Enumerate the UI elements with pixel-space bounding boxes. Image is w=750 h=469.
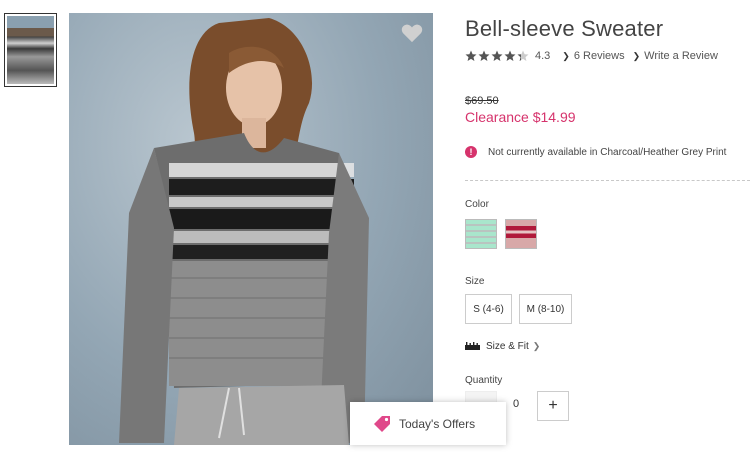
color-swatch-mint[interactable] (465, 219, 497, 249)
product-thumbnail[interactable] (4, 13, 57, 87)
quantity-label: Quantity (465, 375, 503, 386)
availability-notice: ! Not currently available in Charcoal/He… (465, 144, 750, 160)
size-fit-link[interactable]: Size & Fit ❯ (465, 339, 540, 353)
reviews-link[interactable]: 6 Reviews (574, 50, 625, 62)
plus-icon: + (548, 397, 558, 414)
original-price: $69.50 (465, 95, 499, 107)
alert-icon: ! (465, 146, 477, 158)
product-main-image (69, 13, 433, 445)
rating-row: 4.3 ❯ 6 Reviews ❯ Write a Review (465, 48, 718, 64)
product-photo-illustration (119, 18, 369, 445)
star-rating (465, 50, 529, 62)
star-icon (504, 50, 516, 61)
product-title: Bell-sleeve Sweater (465, 16, 664, 41)
write-review-link[interactable]: Write a Review (644, 50, 718, 62)
size-label: Size (465, 276, 485, 287)
size-option-medium[interactable]: M (8-10) (519, 294, 572, 324)
todays-offers-label: Today's Offers (399, 416, 476, 431)
todays-offers-button[interactable]: Today's Offers (350, 402, 506, 445)
heart-icon[interactable] (401, 23, 423, 43)
color-swatch-red[interactable] (505, 219, 537, 249)
availability-text: Not currently available in Charcoal/Heat… (488, 146, 727, 158)
chevron-right-icon: ❯ (532, 340, 541, 351)
tag-icon (374, 415, 390, 432)
half-star-icon (517, 50, 529, 61)
ruler-icon (465, 342, 480, 350)
star-icon (491, 50, 503, 61)
sale-price: Clearance $14.99 (465, 109, 576, 125)
quantity-increase-button[interactable]: + (537, 391, 569, 421)
rating-value: 4.3 (535, 50, 551, 62)
quantity-value[interactable]: 0 (505, 398, 527, 410)
size-fit-label: Size & Fit (486, 340, 529, 352)
divider (465, 180, 750, 181)
chevron-right-icon: ❯ (562, 50, 570, 61)
thumbnail-image (7, 16, 54, 84)
chevron-right-icon: ❯ (632, 50, 641, 61)
star-icon (465, 50, 477, 61)
size-option-small[interactable]: S (4-6) (465, 294, 512, 324)
star-icon (478, 50, 490, 61)
color-label: Color (465, 199, 489, 210)
